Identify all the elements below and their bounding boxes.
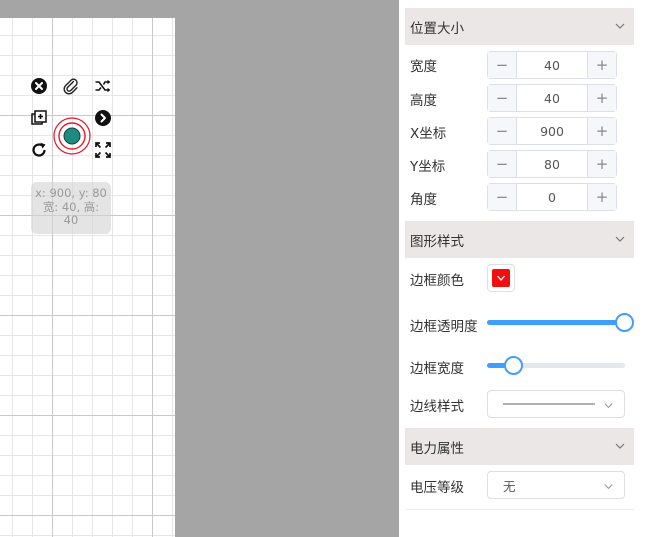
slider-fill — [487, 320, 625, 325]
border-opacity-slider[interactable] — [487, 313, 634, 332]
slider-thumb[interactable] — [615, 313, 634, 332]
slider-thumb[interactable] — [504, 356, 523, 375]
voltage-level-label: 电压等级 — [410, 480, 464, 496]
section-position-size[interactable]: 位置大小 — [405, 8, 634, 45]
voltage-level-value: 无 — [503, 478, 516, 494]
border-color-label: 边框颜色 — [410, 273, 464, 289]
angle-stepper[interactable]: − 0 + — [487, 183, 617, 211]
decrement-button[interactable]: − — [488, 184, 517, 210]
paperclip-icon[interactable] — [62, 77, 80, 95]
chevron-down-icon — [615, 443, 625, 449]
voltage-level-select[interactable]: 无 — [487, 471, 625, 499]
node-info-tooltip: x: 900, y: 80 宽: 40, 高: 40 — [31, 182, 111, 234]
decrement-button[interactable]: − — [488, 118, 517, 144]
section-power-properties[interactable]: 电力属性 — [405, 428, 634, 465]
increment-button[interactable]: + — [587, 52, 616, 78]
y-label: Y坐标 — [410, 159, 446, 175]
increment-button[interactable]: + — [587, 118, 616, 144]
y-stepper[interactable]: − 80 + — [487, 150, 617, 178]
y-input[interactable]: 80 — [517, 151, 587, 177]
chevron-down-icon — [615, 23, 625, 29]
width-input[interactable]: 40 — [517, 52, 587, 78]
property-panel: 位置大小 宽度 − 40 + 高度 − 40 + X坐标 − 900 + Y坐标… — [399, 0, 646, 537]
angle-input[interactable]: 0 — [517, 184, 587, 210]
divider — [405, 509, 634, 510]
height-input[interactable]: 40 — [517, 85, 587, 111]
rotate-icon[interactable] — [30, 141, 48, 159]
x-stepper[interactable]: − 900 + — [487, 117, 617, 145]
chevron-down-icon — [615, 236, 625, 242]
angle-label: 角度 — [410, 192, 437, 208]
node-size-text: 宽: 40, 高: — [42, 199, 100, 214]
increment-button[interactable]: + — [587, 151, 616, 177]
delete-icon[interactable] — [30, 77, 48, 95]
border-color-picker[interactable] — [487, 264, 515, 292]
height-stepper[interactable]: − 40 + — [487, 84, 617, 112]
border-width-slider[interactable] — [487, 356, 625, 375]
node-size-text-2: 40 — [63, 213, 79, 227]
border-width-label: 边框宽度 — [410, 361, 464, 377]
shuffle-icon[interactable] — [94, 77, 112, 95]
height-label: 高度 — [410, 93, 437, 109]
decrement-button[interactable]: − — [488, 52, 517, 78]
line-style-label: 边线样式 — [410, 399, 464, 415]
chevron-right-circle-icon[interactable] — [94, 109, 112, 127]
node-coords-text: x: 900, y: 80 — [35, 186, 107, 200]
decrement-button[interactable]: − — [488, 151, 517, 177]
section-title: 图形样式 — [410, 233, 464, 250]
border-opacity-label: 边框透明度 — [410, 319, 478, 335]
line-style-select[interactable] — [487, 390, 625, 418]
decrement-button[interactable]: − — [488, 85, 517, 111]
solid-line-preview — [503, 403, 595, 405]
chevron-down-icon — [497, 275, 505, 281]
selected-node[interactable] — [52, 116, 92, 156]
section-title: 位置大小 — [410, 20, 464, 37]
x-label: X坐标 — [410, 126, 447, 142]
section-shape-style[interactable]: 图形样式 — [405, 221, 634, 258]
add-layer-icon[interactable] — [30, 109, 48, 127]
x-input[interactable]: 900 — [517, 118, 587, 144]
color-swatch — [492, 269, 510, 287]
increment-button[interactable]: + — [587, 184, 616, 210]
section-title: 电力属性 — [410, 440, 464, 457]
fullscreen-icon[interactable] — [94, 141, 112, 159]
width-label: 宽度 — [410, 59, 437, 75]
chevron-down-icon — [604, 403, 613, 409]
increment-button[interactable]: + — [587, 85, 616, 111]
chevron-down-icon — [604, 484, 613, 490]
drawing-canvas[interactable]: x: 900, y: 80 宽: 40, 高: 40 — [0, 18, 175, 537]
width-stepper[interactable]: − 40 + — [487, 51, 617, 79]
